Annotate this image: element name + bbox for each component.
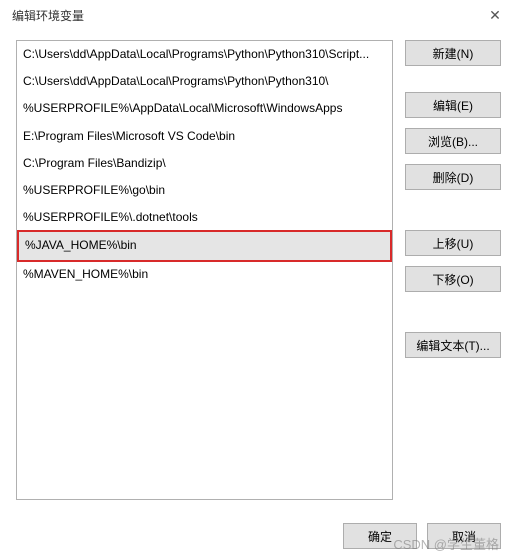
button-column: 新建(N) 编辑(E) 浏览(B)... 删除(D) 上移(U) 下移(O) 编… — [405, 40, 501, 500]
new-button[interactable]: 新建(N) — [405, 40, 501, 66]
content-area: C:\Users\dd\AppData\Local\Programs\Pytho… — [0, 30, 517, 500]
move-up-button[interactable]: 上移(U) — [405, 230, 501, 256]
move-down-button[interactable]: 下移(O) — [405, 266, 501, 292]
dialog-footer: 确定 取消 — [343, 523, 501, 549]
cancel-button[interactable]: 取消 — [427, 523, 501, 549]
close-icon[interactable]: ✕ — [485, 5, 505, 25]
list-item[interactable]: %JAVA_HOME%\bin — [17, 230, 392, 261]
browse-button[interactable]: 浏览(B)... — [405, 128, 501, 154]
delete-button[interactable]: 删除(D) — [405, 164, 501, 190]
list-item[interactable]: %USERPROFILE%\AppData\Local\Microsoft\Wi… — [17, 95, 392, 122]
edit-text-button[interactable]: 编辑文本(T)... — [405, 332, 501, 358]
list-item[interactable]: %USERPROFILE%\.dotnet\tools — [17, 204, 392, 231]
path-list[interactable]: C:\Users\dd\AppData\Local\Programs\Pytho… — [16, 40, 393, 500]
edit-button[interactable]: 编辑(E) — [405, 92, 501, 118]
list-item[interactable]: C:\Users\dd\AppData\Local\Programs\Pytho… — [17, 41, 392, 68]
list-item[interactable]: E:\Program Files\Microsoft VS Code\bin — [17, 123, 392, 150]
list-item[interactable]: %MAVEN_HOME%\bin — [17, 261, 392, 288]
list-item[interactable]: %USERPROFILE%\go\bin — [17, 177, 392, 204]
list-item[interactable]: C:\Program Files\Bandizip\ — [17, 150, 392, 177]
window-title: 编辑环境变量 — [12, 7, 84, 24]
title-bar: 编辑环境变量 ✕ — [0, 0, 517, 30]
list-item[interactable]: C:\Users\dd\AppData\Local\Programs\Pytho… — [17, 68, 392, 95]
ok-button[interactable]: 确定 — [343, 523, 417, 549]
